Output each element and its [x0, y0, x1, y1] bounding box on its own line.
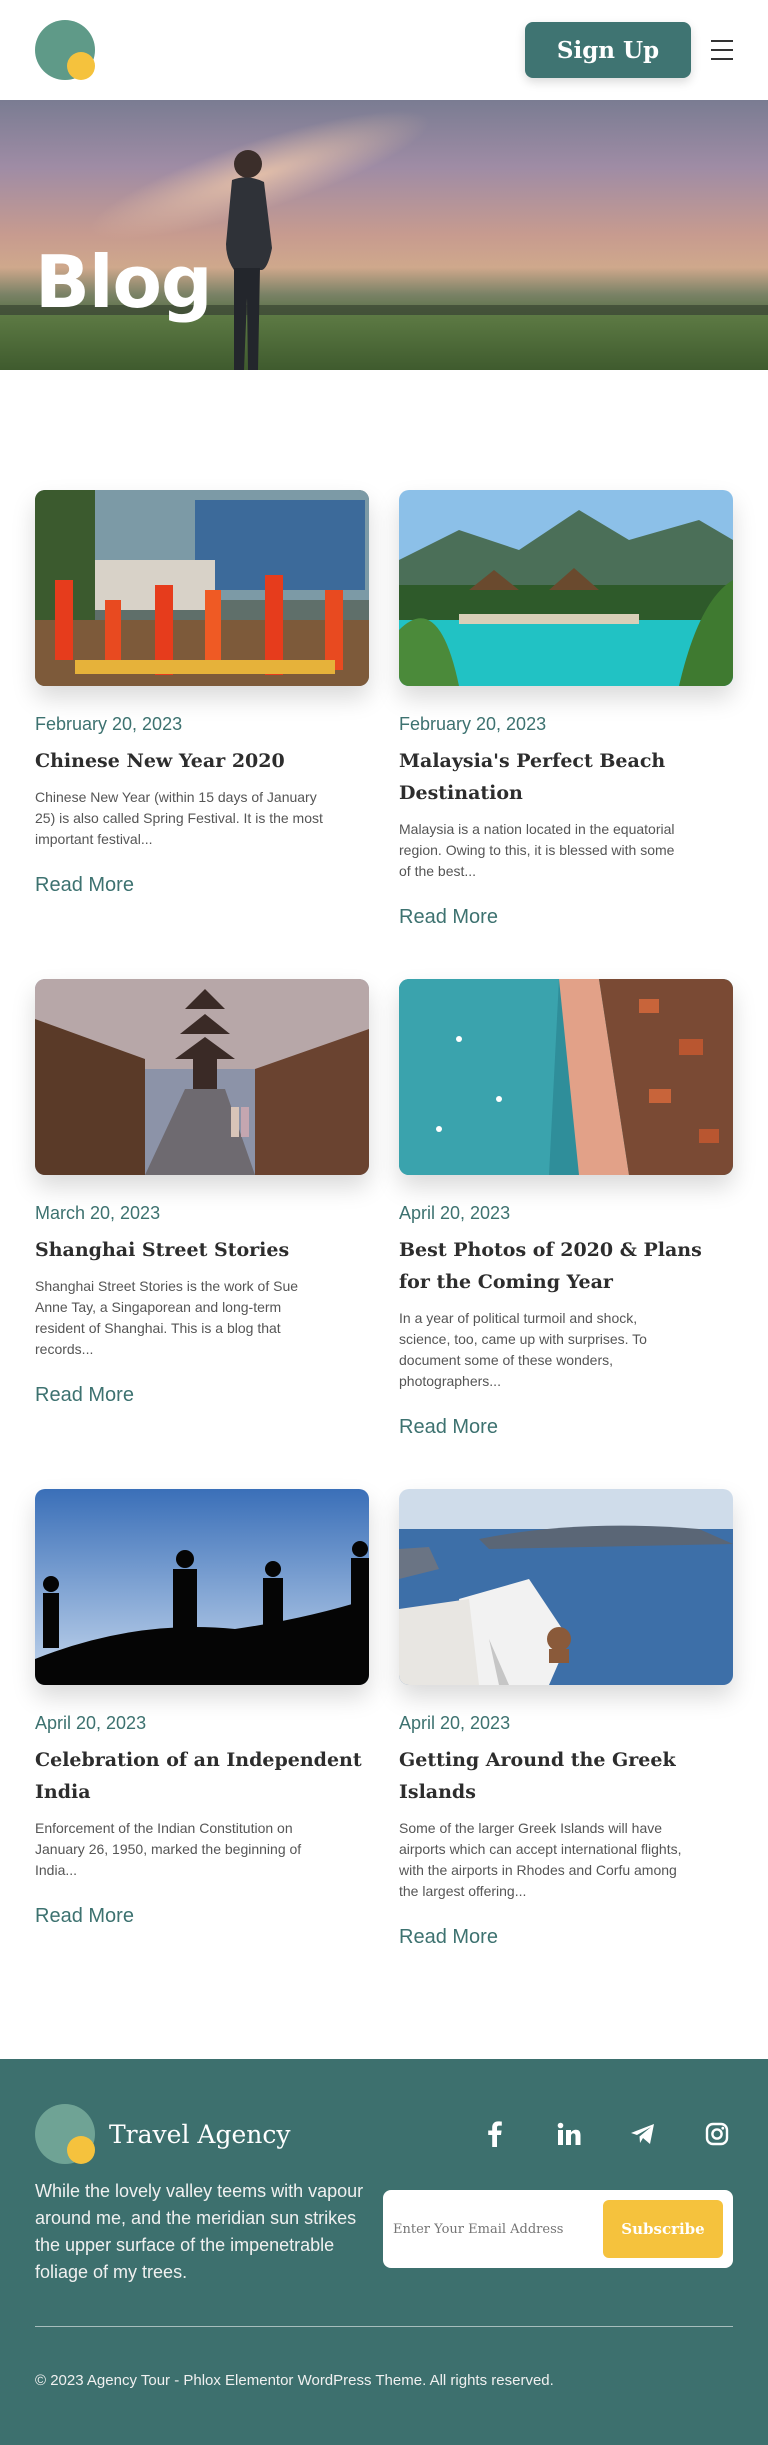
post-date: April 20, 2023: [399, 1203, 511, 1223]
hamburger-line: [711, 40, 733, 42]
hamburger-line: [711, 58, 733, 60]
logo-dot: [67, 2136, 95, 2164]
read-more-link[interactable]: Read More: [399, 1416, 733, 1439]
hikers-silhouette-image: [35, 1489, 369, 1685]
footer-middle: While the lovely valley teems with vapou…: [35, 2178, 733, 2286]
site-logo[interactable]: [35, 20, 95, 80]
social-links: [479, 2118, 733, 2150]
post-date: April 20, 2023: [35, 1713, 147, 1733]
hero-banner: Blog: [0, 100, 768, 370]
hamburger-icon[interactable]: [711, 40, 733, 60]
shanghai-street-image: [35, 979, 369, 1175]
post-title[interactable]: Malaysia's Perfect Beach Destination: [399, 745, 733, 809]
footer-logo: [35, 2104, 95, 2164]
post-thumbnail[interactable]: [35, 979, 369, 1175]
post-excerpt: Enforcement of the Indian Constitution o…: [35, 1820, 302, 1878]
malaysia-beach-image: [399, 490, 733, 686]
header-actions: Sign Up: [525, 22, 733, 78]
post-date: March 20, 2023: [35, 1203, 161, 1223]
read-more-link[interactable]: Read More: [35, 1905, 369, 1928]
subscribe-button[interactable]: Subscribe: [603, 2200, 723, 2258]
post-title[interactable]: Getting Around the Greek Islands: [399, 1744, 733, 1808]
post-thumbnail[interactable]: [399, 1489, 733, 1685]
newsletter-form: Subscribe: [383, 2190, 733, 2268]
aerial-coast-image: [399, 979, 733, 1175]
facebook-icon[interactable]: [479, 2118, 511, 2150]
post-excerpt: Shanghai Street Stories is the work of S…: [35, 1278, 299, 1357]
post-excerpt: Chinese New Year (within 15 days of Janu…: [35, 789, 323, 847]
post-date: April 20, 2023: [399, 1713, 511, 1733]
post-date: February 20, 2023: [399, 714, 547, 734]
hero-person-image: [226, 150, 272, 370]
post-excerpt: Some of the larger Greek Islands will ha…: [399, 1820, 682, 1899]
blog-post-card: April 20, 2023 Getting Around the Greek …: [399, 1489, 733, 1949]
post-thumbnail[interactable]: [399, 490, 733, 686]
post-thumbnail[interactable]: [399, 979, 733, 1175]
post-title[interactable]: Chinese New Year 2020: [35, 745, 369, 777]
blog-post-card: February 20, 2023 Malaysia's Perfect Bea…: [399, 490, 733, 929]
footer-brand[interactable]: Travel Agency: [35, 2104, 290, 2164]
read-more-link[interactable]: Read More: [35, 1384, 369, 1407]
post-title[interactable]: Celebration of an Independent India: [35, 1744, 369, 1808]
blog-post-card: April 20, 2023 Best Photos of 2020 & Pla…: [399, 979, 733, 1439]
post-excerpt: Malaysia is a nation located in the equa…: [399, 821, 675, 879]
post-thumbnail[interactable]: [35, 490, 369, 686]
linkedin-icon[interactable]: [553, 2118, 585, 2150]
chinese-new-year-image: [35, 490, 369, 686]
copyright-text: © 2023 Agency Tour - Phlox Elementor Wor…: [35, 2372, 554, 2389]
page-title: Blog: [35, 240, 213, 324]
logo-dot: [67, 52, 95, 80]
post-excerpt: In a year of political turmoil and shock…: [399, 1310, 647, 1389]
blog-post-card: March 20, 2023 Shanghai Street Stories S…: [35, 979, 369, 1439]
sign-up-button[interactable]: Sign Up: [525, 22, 691, 78]
post-thumbnail[interactable]: [35, 1489, 369, 1685]
post-title[interactable]: Best Photos of 2020 & Plans for the Comi…: [399, 1234, 733, 1298]
footer-divider: [35, 2326, 733, 2327]
email-input[interactable]: [393, 2221, 593, 2237]
read-more-link[interactable]: Read More: [399, 1926, 733, 1949]
hamburger-line: [711, 49, 733, 51]
blog-post-card: February 20, 2023 Chinese New Year 2020 …: [35, 490, 369, 929]
instagram-icon[interactable]: [701, 2118, 733, 2150]
greek-islands-image: [399, 1489, 733, 1685]
site-header: Sign Up: [0, 0, 768, 100]
blog-post-grid: February 20, 2023 Chinese New Year 2020 …: [0, 370, 768, 1989]
footer-top: Travel Agency: [35, 2104, 733, 2164]
blog-post-card: April 20, 2023 Celebration of an Indepen…: [35, 1489, 369, 1949]
post-date: February 20, 2023: [35, 714, 183, 734]
post-title[interactable]: Shanghai Street Stories: [35, 1234, 369, 1266]
site-footer: Travel Agency While the lovely valley te…: [0, 2059, 768, 2445]
read-more-link[interactable]: Read More: [35, 874, 369, 897]
telegram-icon[interactable]: [627, 2118, 659, 2150]
read-more-link[interactable]: Read More: [399, 906, 733, 929]
footer-description: While the lovely valley teems with vapou…: [35, 2181, 364, 2282]
footer-brand-name: Travel Agency: [109, 2119, 291, 2149]
